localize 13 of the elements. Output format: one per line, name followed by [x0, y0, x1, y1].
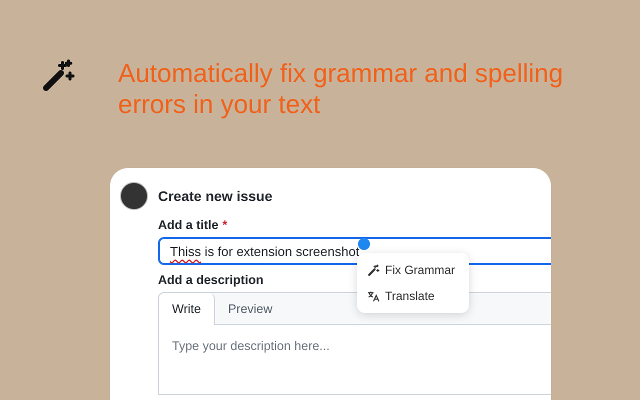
required-mark: * [222, 218, 228, 232]
magic-wand-icon [367, 264, 380, 276]
form-title: Create new issue [158, 188, 272, 204]
magic-wand-icon [40, 58, 76, 94]
avatar [120, 182, 148, 210]
field-label: Add a title [158, 218, 218, 232]
translate-icon [367, 290, 380, 302]
headline: Automatically fix grammar and spelling errors in your text [118, 58, 564, 120]
tab[interactable]: Preview [214, 293, 286, 325]
field-label: Add a description [158, 273, 264, 287]
tab[interactable]: Write [159, 293, 215, 325]
menu-item[interactable]: Translate [357, 283, 469, 309]
description-field[interactable]: Type your description here... [158, 325, 551, 395]
